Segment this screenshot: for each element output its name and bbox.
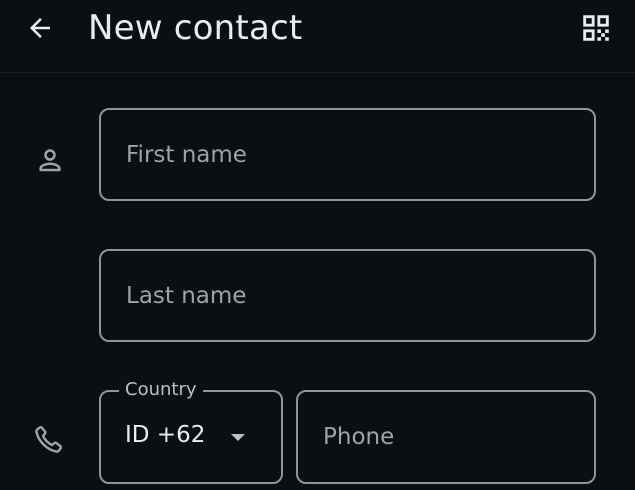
phone-placeholder: Phone <box>323 424 395 450</box>
person-icon-glyph <box>39 149 61 172</box>
app-bar: New contact <box>0 0 635 73</box>
last-name-field[interactable]: Last name <box>99 249 596 342</box>
phone-field[interactable]: Phone <box>296 390 596 484</box>
back-button[interactable] <box>20 8 60 48</box>
last-name-placeholder: Last name <box>126 283 247 309</box>
phone-icon <box>28 418 70 460</box>
phone-icon-glyph <box>35 426 63 453</box>
new-contact-screen: New contact First name Last name Country… <box>0 0 635 490</box>
first-name-placeholder: First name <box>126 142 247 168</box>
person-icon <box>30 140 70 180</box>
arrow-left-icon <box>30 18 50 38</box>
page-title: New contact <box>88 8 303 48</box>
caret-down-icon <box>231 434 245 441</box>
qr-code-button[interactable] <box>574 8 618 48</box>
country-select[interactable]: Country ID +62 <box>99 378 283 484</box>
country-label: Country <box>119 378 203 402</box>
qr-code-icon <box>583 15 609 41</box>
country-value: ID +62 <box>125 422 206 448</box>
first-name-field[interactable]: First name <box>99 108 596 201</box>
